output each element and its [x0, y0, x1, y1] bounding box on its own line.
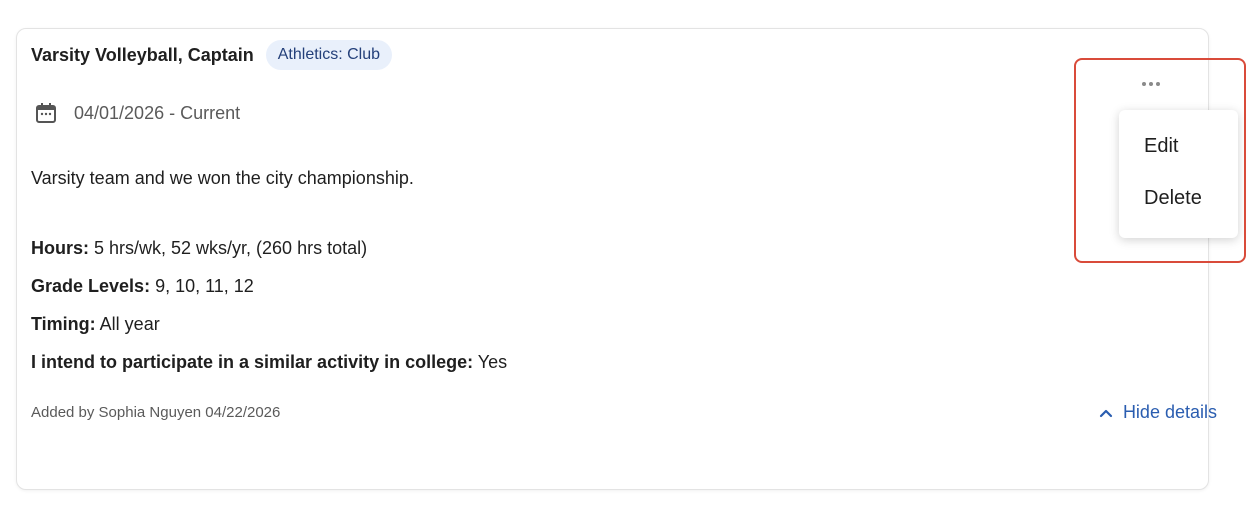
- calendar-icon: [34, 101, 58, 125]
- detail-value: 5 hrs/wk, 52 wks/yr, (260 hrs total): [89, 238, 368, 258]
- detail-college-intent: I intend to participate in a similar act…: [31, 343, 507, 381]
- activity-description: Varsity team and we won the city champio…: [31, 168, 414, 188]
- activity-title: Varsity Volleyball, Captain: [31, 44, 254, 65]
- title-row: Varsity Volleyball, Captain Athletics: C…: [31, 40, 393, 70]
- delete-menu-item[interactable]: Delete: [1144, 187, 1202, 210]
- detail-grade-levels: Grade Levels: 9, 10, 11, 12: [31, 267, 507, 305]
- detail-value: 9, 10, 11, 12: [150, 276, 254, 296]
- detail-value: All year: [95, 314, 160, 334]
- details-list: Hours: 5 hrs/wk, 52 wks/yr, (260 hrs tot…: [31, 229, 507, 381]
- detail-label: Hours:: [31, 238, 89, 258]
- detail-label: Grade Levels:: [31, 276, 151, 296]
- detail-label: Timing:: [31, 314, 96, 334]
- dot: [1156, 82, 1160, 86]
- detail-timing: Timing: All year: [31, 305, 507, 343]
- hide-details-label: Hide details: [1122, 402, 1217, 422]
- hide-details-link[interactable]: Hide details: [1099, 402, 1217, 423]
- detail-value: Yes: [473, 352, 508, 372]
- category-badge: Athletics: Club: [265, 40, 393, 70]
- options-menu: Edit Delete: [1119, 110, 1238, 238]
- chevron-up-icon: [1099, 402, 1113, 423]
- added-by-text: Added by Sophia Nguyen 04/22/2026: [31, 404, 281, 421]
- detail-hours: Hours: 5 hrs/wk, 52 wks/yr, (260 hrs tot…: [31, 229, 507, 267]
- date-range: 04/01/2026 - Current: [74, 102, 241, 123]
- more-options-button[interactable]: [1138, 72, 1164, 96]
- edit-menu-item[interactable]: Edit: [1144, 135, 1178, 158]
- dot: [1149, 82, 1153, 86]
- detail-label: I intend to participate in a similar act…: [31, 352, 474, 372]
- dot: [1142, 82, 1146, 86]
- date-row: 04/01/2026 - Current: [34, 101, 240, 125]
